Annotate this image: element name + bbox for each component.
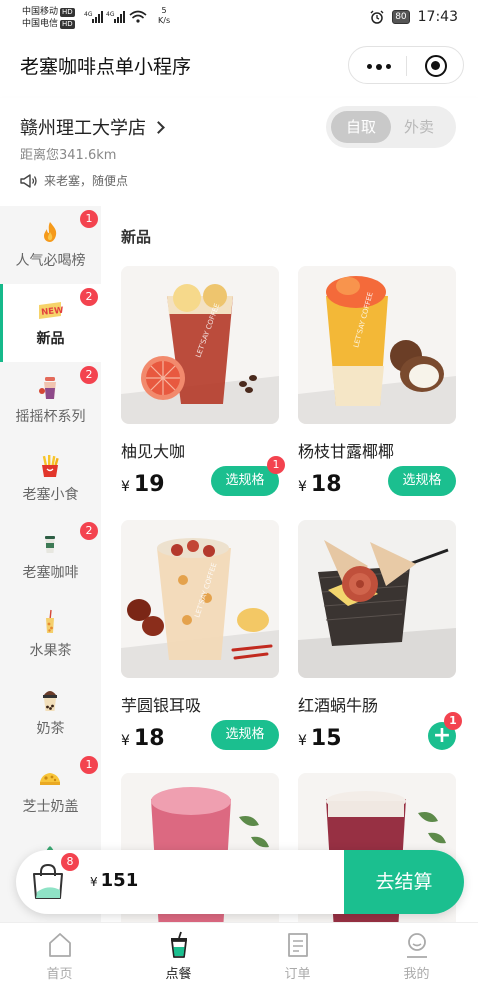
category-item[interactable]: 芝士奶盖 1 [0,752,101,830]
store-name: 赣州理工大学店 [20,118,146,139]
miniprogram-capsule [348,46,464,84]
status-bar: 中国移动 HD 中国电信 HD 4G 4G 5 K/s 80 17:43 [0,0,478,36]
cheese-icon [40,773,60,785]
carrier-1: 中国移动 [22,7,59,17]
product-image: LET'SAY COFFEE [121,266,279,424]
page-title: 老塞咖啡点单小程序 [20,56,192,78]
category-item[interactable]: 水果茶 [0,596,101,674]
milk-tea-icon [43,691,57,711]
store-distance: 距离您341.6km [20,148,117,163]
category-badge: 1 [80,210,98,228]
category-badge: 2 [80,366,98,384]
cart-bar: ¥151 去结算 [16,850,464,914]
add-to-cart-button[interactable]: + 1 [428,712,462,750]
category-sidebar: 人气必喝榜 1 NEW 新品 2 摇摇杯系列 2 老塞小食 老塞咖啡 2 水果茶… [0,206,101,922]
tab-order[interactable]: 点餐 [119,923,238,984]
profile-icon [407,933,427,958]
category-item[interactable]: 奶茶 [0,674,101,752]
product-name: 杨枝甘露椰椰 [298,442,395,461]
product-list: 新品 LET'SAY COFFEE 柚见大咖 ¥19 选规格 1 LET'SAY… [101,206,478,922]
nav-bar: 老塞咖啡点单小程序 [0,36,478,98]
checkout-button[interactable]: 去结算 [344,850,464,914]
product-card[interactable]: LET'SAY COFFEE 柚见大咖 ¥19 选规格 1 [121,266,285,497]
store-slogan: 来老塞，随便点 [20,172,128,189]
battery-indicator: 80 [392,10,410,24]
product-card[interactable]: LET'SAY COFFEE 杨枝甘露椰椰 ¥18 选规格 [298,266,458,497]
tab-orders[interactable]: 订单 [238,923,357,984]
hd-badge: HD [60,20,75,29]
carrier-2: 中国电信 [22,19,59,29]
store-header: 赣州理工大学店 距离您341.6km 来老塞，随便点 自取 外卖 [0,98,478,206]
select-spec-button[interactable]: 选规格 1 [211,456,285,496]
category-item[interactable]: 老塞小食 [0,440,101,518]
cart-qty-badge: 1 [267,456,285,474]
product-image: LET'SAY COFFEE [298,266,456,424]
close-miniprogram-icon[interactable] [425,55,447,77]
mode-pickup-button[interactable]: 自取 [331,111,391,143]
shaker-cup-icon [39,377,56,399]
order-mode-toggle: 自取 外卖 [326,106,456,148]
signal-wifi-icon: 4G 4G [84,10,147,23]
clock: 17:43 [417,9,458,25]
product-name: 红酒蜗牛肠 [298,696,379,715]
product-name: 柚见大咖 [121,442,186,461]
megaphone-icon [20,173,37,188]
home-icon [49,933,71,957]
category-item[interactable]: 摇摇杯系列 2 [0,362,101,440]
product-card[interactable]: LET'SAY COFFEE 芋圆银耳吸 ¥18 选规格 [121,520,281,751]
product-card[interactable]: 红酒蜗牛肠 ¥15 + 1 [298,520,462,751]
product-price: ¥18 [298,472,342,497]
category-badge: 1 [80,756,98,774]
store-selector[interactable]: 赣州理工大学店 [20,114,165,140]
product-image: LET'SAY COFFEE [121,520,279,678]
product-price: ¥19 [121,472,165,497]
fries-icon [42,455,59,477]
category-badge: 2 [80,522,98,540]
alarm-icon [370,10,384,24]
svg-text:4G: 4G [84,11,93,18]
category-item[interactable]: 老塞咖啡 2 [0,518,101,596]
net-speed: 5 K/s [158,6,171,25]
select-spec-button[interactable]: 选规格 [211,720,279,750]
tab-profile[interactable]: 我的 [357,923,476,984]
product-price: ¥15 [298,726,342,751]
category-badge: 2 [80,288,98,306]
svg-text:4G: 4G [106,11,115,18]
order-list-icon [288,933,308,957]
section-title: 新品 [121,228,152,246]
fruit-tea-icon [46,609,54,633]
category-item[interactable]: 人气必喝榜 1 [0,206,101,284]
select-spec-button[interactable]: 选规格 [388,466,456,496]
product-price: ¥18 [121,726,165,751]
product-name: 芋圆银耳吸 [121,696,202,715]
new-icon: NEW [39,302,64,319]
flame-icon [44,222,57,242]
order-cup-icon [171,931,187,958]
chevron-right-icon [152,120,165,134]
carrier-info: 中国移动 HD 中国电信 HD [22,6,75,30]
mode-delivery-button[interactable]: 外卖 [394,111,444,143]
tab-home[interactable]: 首页 [0,923,119,984]
product-image [298,520,456,678]
category-item-active[interactable]: NEW 新品 2 [0,284,101,362]
cart-total: ¥151 [90,870,139,891]
cart-count-badge: 8 [61,853,79,871]
more-menu-icon[interactable] [367,63,391,70]
coffee-cup-icon [45,536,55,553]
hd-badge: HD [60,8,75,17]
cart-qty-badge: 1 [444,712,462,730]
tab-bar: 首页 点餐 订单 我的 [0,922,478,984]
